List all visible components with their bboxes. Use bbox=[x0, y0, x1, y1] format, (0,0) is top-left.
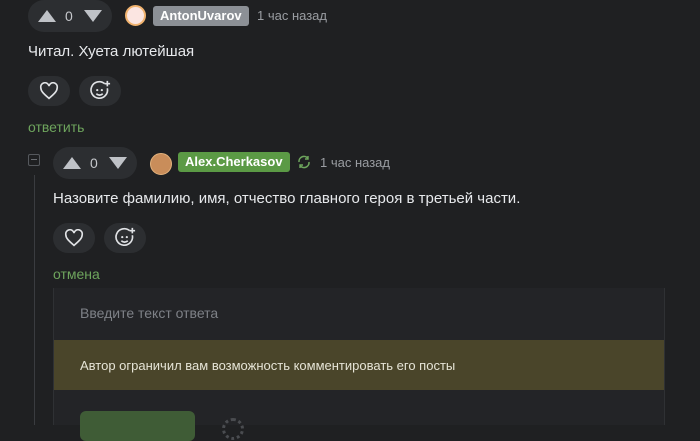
comment-text: Читал. Хуета лютейшая bbox=[28, 43, 195, 60]
heart-icon bbox=[64, 229, 84, 247]
reaction-button[interactable] bbox=[79, 76, 121, 106]
vote-up-icon[interactable] bbox=[63, 157, 81, 169]
avatar[interactable] bbox=[150, 153, 172, 175]
emoji-plus-icon bbox=[90, 80, 111, 100]
like-button[interactable] bbox=[28, 76, 70, 106]
vote-count: 0 bbox=[90, 155, 98, 171]
vote-pill: 0 bbox=[28, 0, 112, 32]
comment-time: 1 час назад bbox=[320, 155, 390, 170]
vote-down-icon[interactable] bbox=[84, 10, 102, 22]
gear-icon[interactable] bbox=[222, 418, 244, 440]
heart-icon bbox=[39, 82, 59, 100]
vote-count: 0 bbox=[65, 8, 73, 24]
thread-line bbox=[34, 175, 35, 425]
collapse-icon[interactable] bbox=[28, 154, 40, 166]
restriction-notice-text: Автор ограничил вам возможность комменти… bbox=[80, 358, 456, 373]
reply-form: Введите текст ответа Автор ограничил вам… bbox=[53, 288, 665, 441]
like-button[interactable] bbox=[53, 223, 95, 253]
comment-text: Назовите фамилию, имя, отчество главного… bbox=[53, 190, 521, 207]
username-badge[interactable]: Alex.Cherkasov bbox=[178, 152, 290, 172]
cycle-icon bbox=[298, 155, 310, 169]
reply-input[interactable]: Введите текст ответа bbox=[80, 305, 218, 321]
avatar[interactable] bbox=[125, 5, 146, 26]
vote-up-icon[interactable] bbox=[38, 10, 56, 22]
reply-link[interactable]: ответить bbox=[28, 119, 84, 135]
reaction-button[interactable] bbox=[104, 223, 146, 253]
emoji-plus-icon bbox=[115, 227, 136, 247]
submit-button[interactable] bbox=[80, 411, 195, 441]
cancel-link[interactable]: отмена bbox=[53, 266, 100, 282]
comment-time: 1 час назад bbox=[257, 8, 327, 23]
vote-pill: 0 bbox=[53, 147, 137, 179]
username-badge[interactable]: AntonUvarov bbox=[153, 6, 249, 26]
vote-down-icon[interactable] bbox=[109, 157, 127, 169]
restriction-notice: Автор ограничил вам возможность комменти… bbox=[54, 340, 664, 390]
